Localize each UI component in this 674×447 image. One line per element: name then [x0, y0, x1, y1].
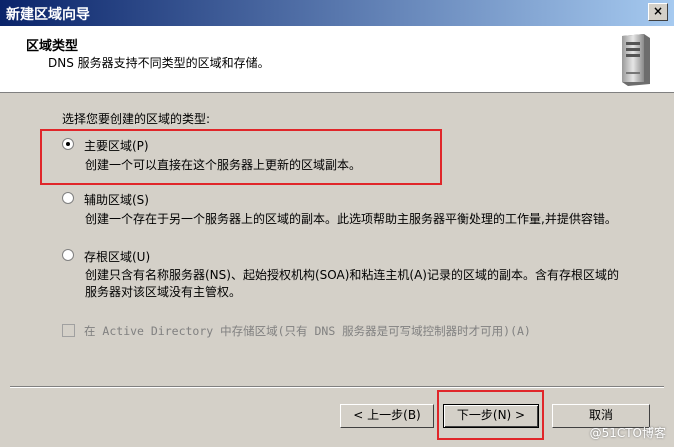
- close-icon: ×: [652, 4, 664, 18]
- option-label[interactable]: 辅助区域(S): [84, 191, 149, 208]
- page-title: 区域类型: [26, 39, 79, 54]
- watermark: @51CTO博客: [589, 426, 666, 440]
- wizard-window: 新建区域向导 × 区域类型 DNS 服务器支持不同类型的区域和存储。 选择您要创…: [0, 0, 674, 447]
- divider: [10, 386, 664, 388]
- annotation-highlight: [437, 390, 544, 440]
- close-button[interactable]: ×: [648, 3, 668, 21]
- option-description: 创建一个存在于另一个服务器上的区域的副本。此选项帮助主服务器平衡处理的工作量,并…: [85, 212, 617, 226]
- radio-button-icon[interactable]: [62, 249, 74, 261]
- checkbox-icon: [62, 324, 75, 337]
- radio-button-icon[interactable]: [62, 192, 74, 204]
- window-title: 新建区域向导: [6, 7, 90, 23]
- annotation-highlight: [40, 129, 442, 185]
- prompt-text: 选择您要创建的区域的类型:: [62, 112, 211, 126]
- checkbox-label: 在 Active Directory 中存储区域(只有 DNS 服务器是可写域控…: [84, 324, 531, 338]
- option-description: 创建只含有名称服务器(NS)、起始授权机构(SOA)和粘连主机(A)记录的区域的…: [85, 268, 619, 299]
- page-subtitle: DNS 服务器支持不同类型的区域和存储。: [48, 56, 270, 70]
- title-bar[interactable]: 新建区域向导 ×: [0, 0, 674, 26]
- wizard-body: 选择您要创建的区域的类型: 主要区域(P) 创建一个可以直接在这个服务器上更新的…: [0, 93, 674, 447]
- option-label[interactable]: 存根区域(U): [84, 248, 150, 265]
- back-button[interactable]: < 上一步(B): [340, 404, 434, 428]
- wizard-header: 区域类型 DNS 服务器支持不同类型的区域和存储。: [0, 26, 674, 93]
- server-icon: [622, 34, 650, 86]
